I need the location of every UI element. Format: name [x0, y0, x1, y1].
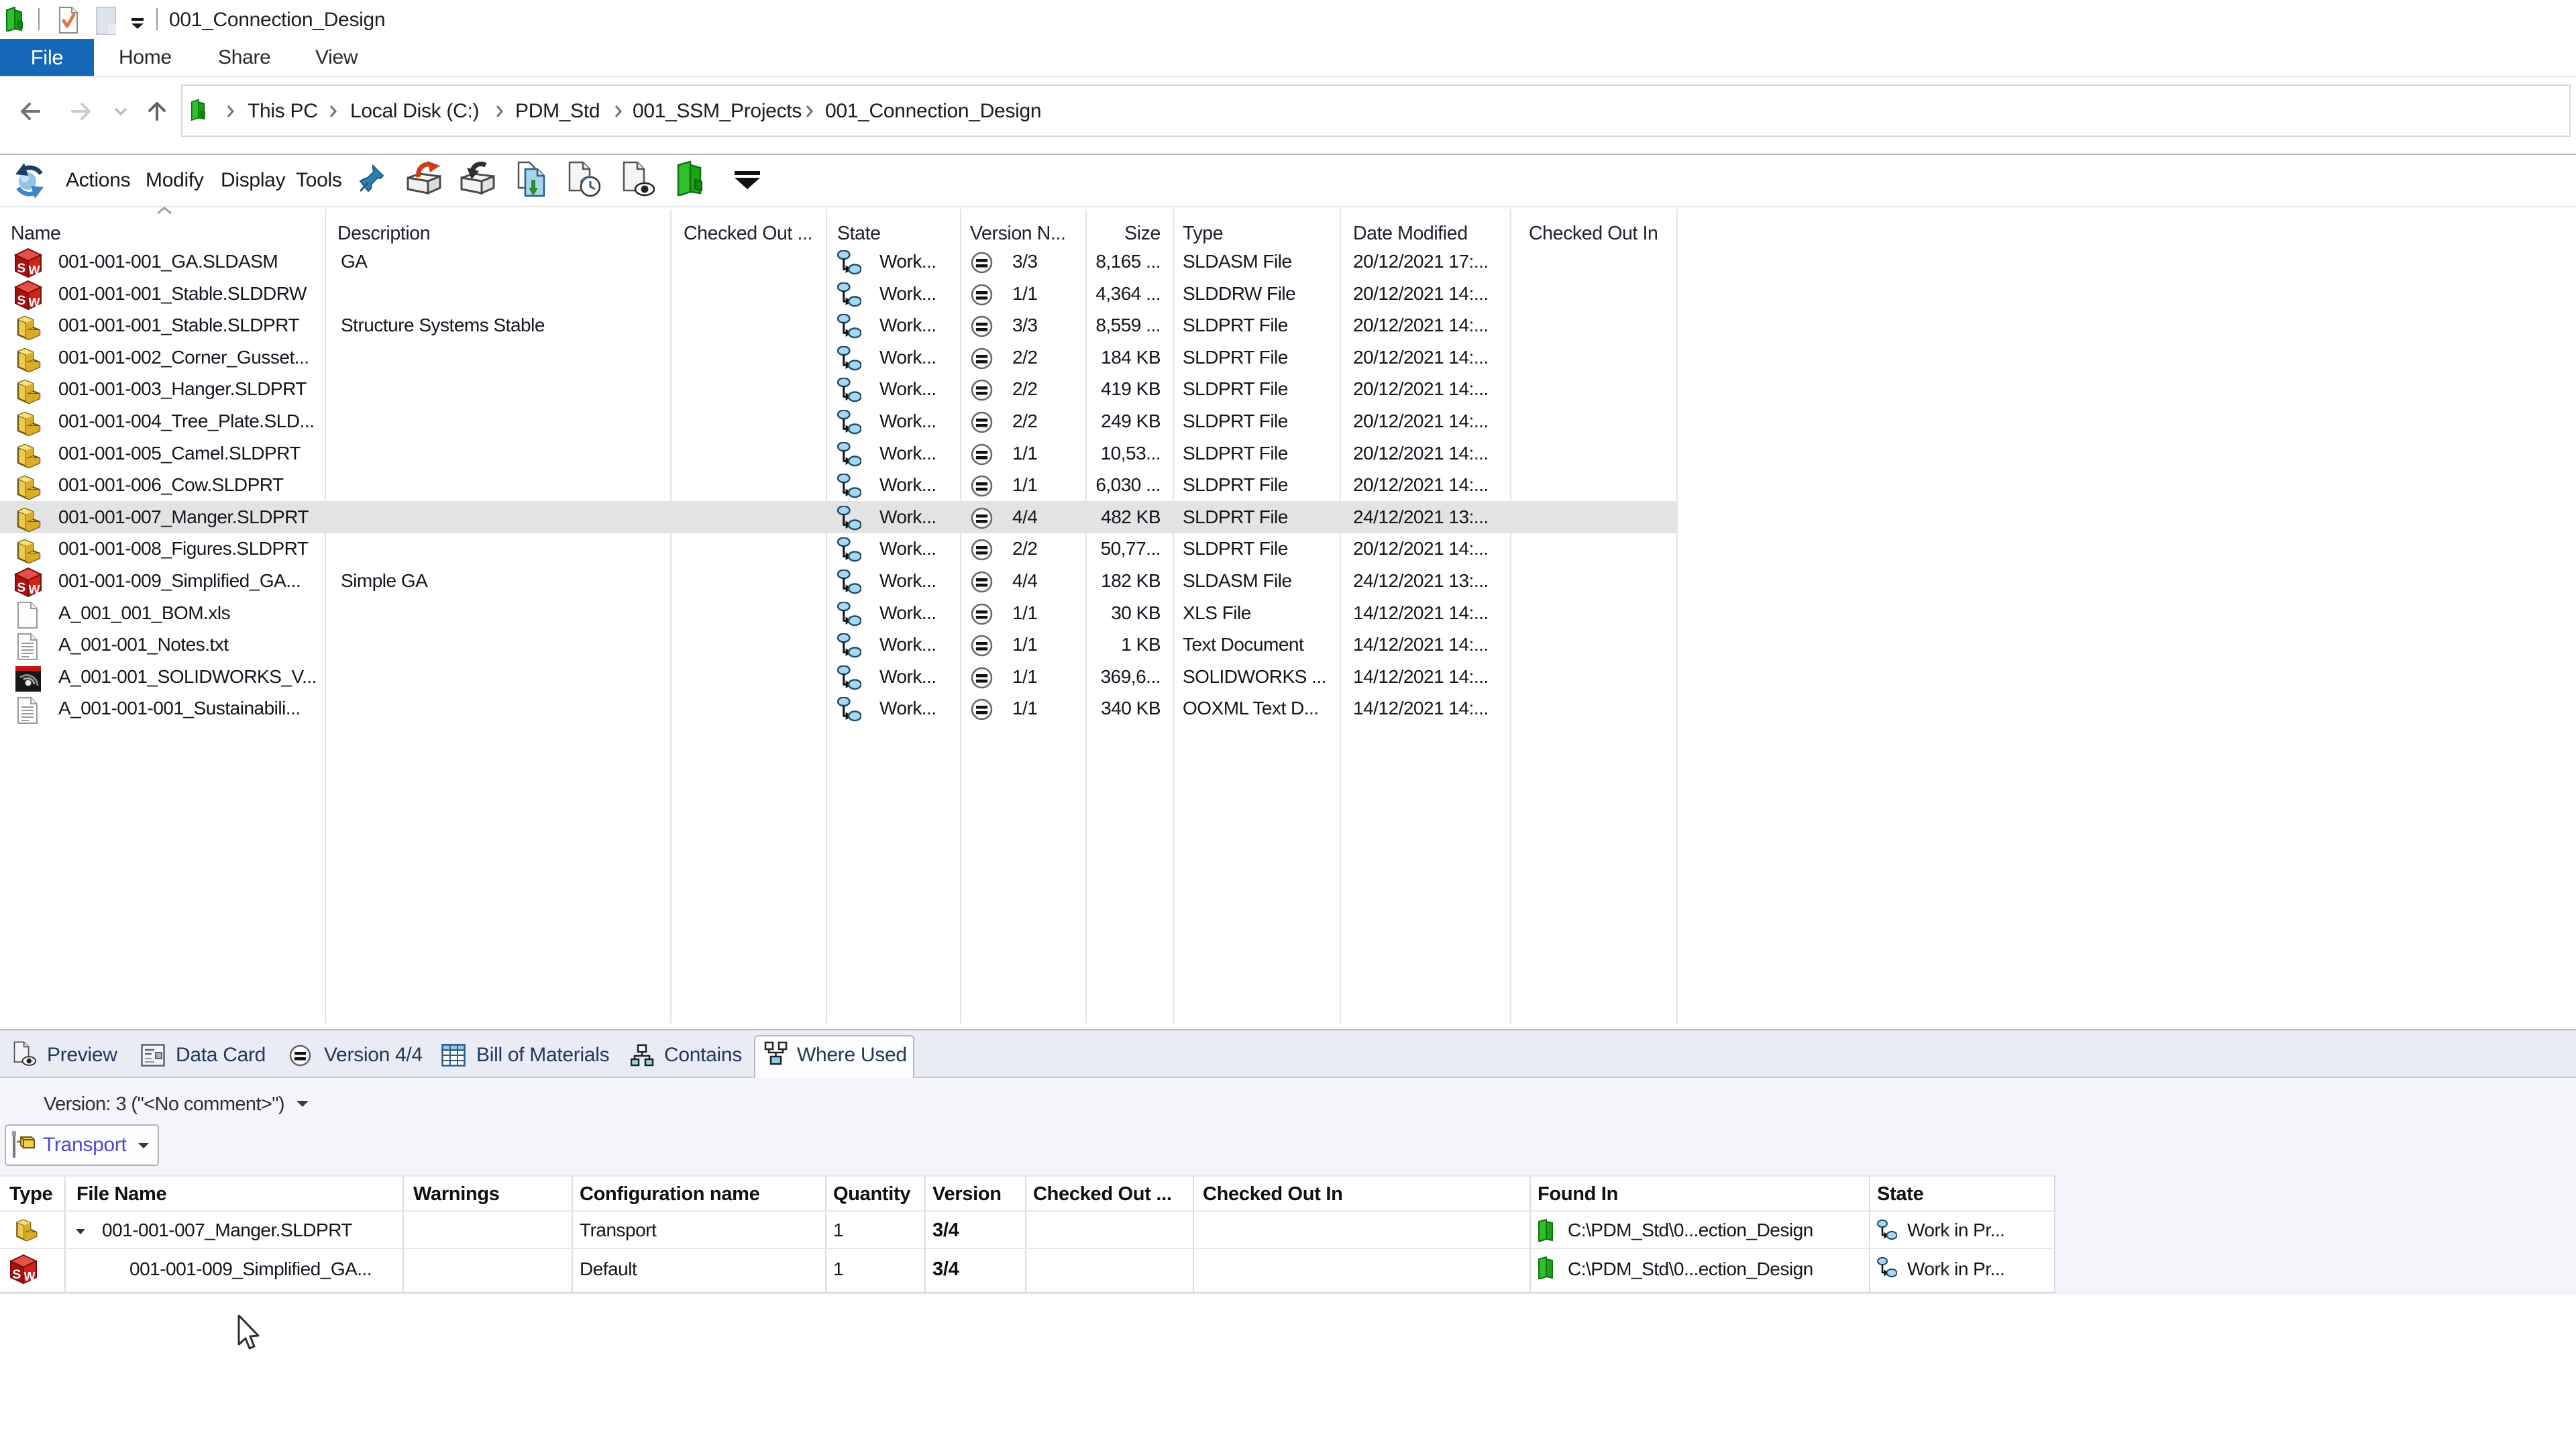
- svg-text:W: W: [29, 296, 40, 309]
- svg-text:W: W: [29, 583, 40, 596]
- svg-text:S: S: [17, 581, 26, 595]
- svg-text:S: S: [17, 262, 26, 276]
- svg-text:S: S: [13, 1268, 21, 1282]
- svg-text:S: S: [17, 294, 26, 308]
- svg-text:W: W: [29, 264, 40, 277]
- svg-text:W: W: [24, 1270, 36, 1283]
